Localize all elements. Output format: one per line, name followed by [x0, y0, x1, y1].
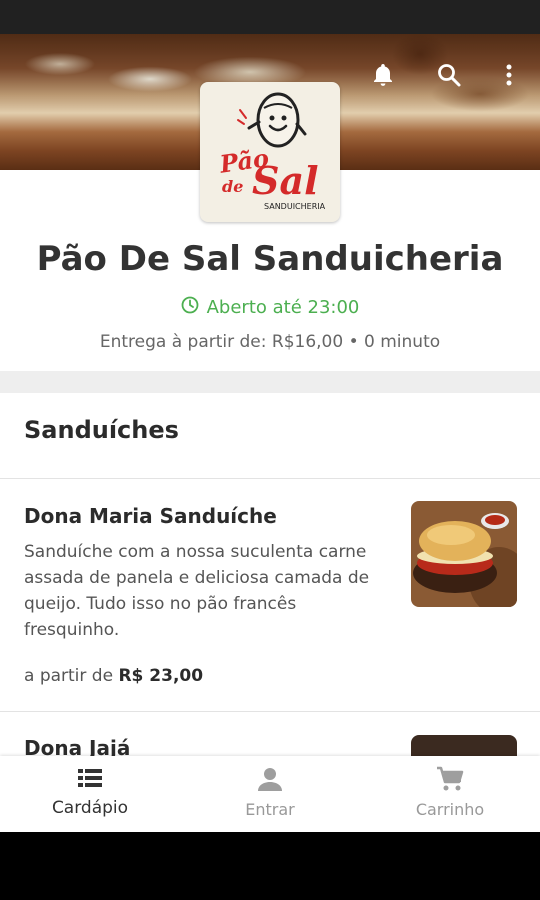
bottom-navigation: Cardápio Entrar Carrinho: [0, 756, 540, 832]
person-icon: [257, 766, 283, 796]
menu-item-price-row: a partir de R$ 23,00: [24, 666, 203, 686]
nav-label-cardapio: Cardápio: [51, 798, 129, 818]
nav-label-carrinho: Carrinho: [415, 800, 485, 819]
nav-carrinho[interactable]: Carrinho: [360, 756, 540, 832]
cart-icon: [436, 766, 464, 796]
open-status: Aberto até 23:00: [0, 296, 540, 319]
menu-item-description: Sanduíche com a nossa suculenta carne as…: [24, 542, 370, 640]
nav-label-entrar: Entrar: [245, 800, 295, 819]
divider: [0, 711, 540, 712]
delivery-info: Entrega à partir de: R$16,00 • 0 minuto: [99, 332, 441, 352]
menu-item-name[interactable]: Dona Maria Sanduíche: [24, 504, 277, 528]
restaurant-name: Pão De Sal Sanduicheria: [36, 239, 504, 279]
restaurant-logo: Pão de Sal SANDUICHERIA: [200, 82, 340, 222]
more-vert-icon[interactable]: [494, 60, 524, 90]
section-separator: [0, 371, 540, 393]
app-screen: Pão de Sal SANDUICHERIA Pão De Sal Sandu…: [0, 34, 540, 832]
logo-text-sanducheria: SANDUICHERIA: [264, 202, 326, 211]
clock-icon: [181, 296, 199, 319]
bell-icon[interactable]: [368, 60, 398, 90]
nav-cardapio[interactable]: Cardápio: [0, 756, 180, 832]
list-icon: [77, 766, 103, 794]
open-status-text: Aberto até 23:00: [206, 297, 360, 318]
divider: [0, 478, 540, 479]
menu-item-image[interactable]: [411, 501, 517, 607]
logo-text-sal: Sal: [252, 158, 319, 203]
search-icon[interactable]: [434, 60, 464, 90]
status-bar: [0, 0, 540, 34]
price-prefix: a partir de: [24, 666, 114, 686]
logo-text-de: de: [222, 177, 243, 196]
section-title: Sanduíches: [24, 416, 179, 444]
nav-entrar[interactable]: Entrar: [180, 756, 360, 832]
menu-item-price: R$ 23,00: [118, 666, 204, 686]
